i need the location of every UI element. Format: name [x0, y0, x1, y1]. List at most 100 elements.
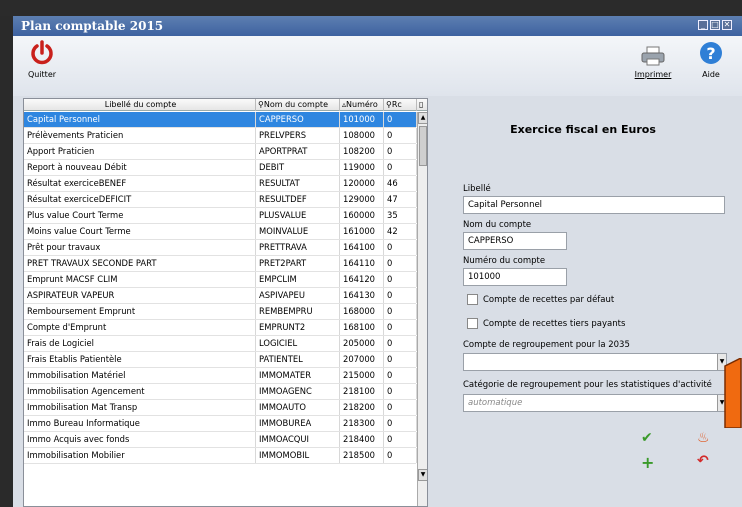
cell-rc[interactable]: 0: [384, 272, 417, 287]
cell-libelle[interactable]: Résultat exerciceDEFICIT: [24, 192, 256, 207]
cell-rc[interactable]: 0: [384, 240, 417, 255]
cell-numero[interactable]: 101000: [340, 112, 384, 127]
table-row[interactable]: Report à nouveau Débit DEBIT 119000 0: [24, 160, 417, 176]
table-row[interactable]: Immo Bureau Informatique IMMOBUREA 218300 0: [24, 416, 417, 432]
cell-numero[interactable]: 164110: [340, 256, 384, 271]
cell-libelle[interactable]: Capital Personnel: [24, 112, 256, 127]
cell-libelle[interactable]: Immobilisation Mobilier: [24, 448, 256, 463]
table-scrollbar[interactable]: ▲ ▼: [417, 112, 427, 506]
third-party-checkbox[interactable]: [467, 318, 478, 329]
cell-libelle[interactable]: PRET TRAVAUX SECONDE PART: [24, 256, 256, 271]
cell-numero[interactable]: 218200: [340, 400, 384, 415]
cell-libelle[interactable]: Immobilisation Agencement: [24, 384, 256, 399]
categorie-select[interactable]: automatique ▼: [463, 394, 727, 412]
cell-nom[interactable]: PLUSVALUE: [256, 208, 340, 223]
default-recipes-checkbox[interactable]: [467, 294, 478, 305]
cell-rc[interactable]: 0: [384, 256, 417, 271]
cell-rc[interactable]: 0: [384, 368, 417, 383]
cell-rc[interactable]: 0: [384, 160, 417, 175]
cell-nom[interactable]: ASPIVAPEU: [256, 288, 340, 303]
cell-numero[interactable]: 218100: [340, 384, 384, 399]
table-row[interactable]: Immobilisation Matériel IMMOMATER 215000 0: [24, 368, 417, 384]
libelle-field[interactable]: Capital Personnel: [463, 196, 725, 214]
quit-button[interactable]: Quitter: [25, 40, 59, 79]
cell-numero[interactable]: 161000: [340, 224, 384, 239]
cell-rc[interactable]: 0: [384, 352, 417, 367]
cell-nom[interactable]: MOINVALUE: [256, 224, 340, 239]
cell-rc[interactable]: 0: [384, 432, 417, 447]
cell-numero[interactable]: 218500: [340, 448, 384, 463]
cell-numero[interactable]: 164130: [340, 288, 384, 303]
cell-nom[interactable]: IMMOAGENC: [256, 384, 340, 399]
numero-field[interactable]: 101000: [463, 268, 567, 286]
cell-numero[interactable]: 168000: [340, 304, 384, 319]
table-row[interactable]: Moins value Court Terme MOINVALUE 161000 42: [24, 224, 417, 240]
cell-libelle[interactable]: Immobilisation Matériel: [24, 368, 256, 383]
cell-numero[interactable]: 160000: [340, 208, 384, 223]
cell-libelle[interactable]: Apport Praticien: [24, 144, 256, 159]
cell-libelle[interactable]: Résultat exerciceBENEF: [24, 176, 256, 191]
undo-icon[interactable]: ↶: [697, 453, 709, 469]
cell-rc[interactable]: 35: [384, 208, 417, 223]
cell-nom[interactable]: EMPRUNT2: [256, 320, 340, 335]
maximize-button[interactable]: □: [710, 20, 720, 30]
cell-nom[interactable]: IMMOAUTO: [256, 400, 340, 415]
scroll-up-icon[interactable]: ▲: [418, 112, 427, 124]
cell-nom[interactable]: RESULTAT: [256, 176, 340, 191]
cell-libelle[interactable]: Frais Etablis Patientèle: [24, 352, 256, 367]
table-row[interactable]: Compte d'Emprunt EMPRUNT2 168100 0: [24, 320, 417, 336]
table-row[interactable]: Immo Acquis avec fonds IMMOACQUI 218400 0: [24, 432, 417, 448]
table-row[interactable]: Résultat exerciceDEFICIT RESULTDEF 129000 4…: [24, 192, 417, 208]
table-row[interactable]: Frais de Logiciel LOGICIEL 205000 0: [24, 336, 417, 352]
cell-numero[interactable]: 129000: [340, 192, 384, 207]
table-row[interactable]: Immobilisation Agencement IMMOAGENC 218100…: [24, 384, 417, 400]
cell-rc[interactable]: 42: [384, 224, 417, 239]
cell-numero[interactable]: 218400: [340, 432, 384, 447]
cell-rc[interactable]: 46: [384, 176, 417, 191]
cell-libelle[interactable]: Report à nouveau Débit: [24, 160, 256, 175]
cell-rc[interactable]: 0: [384, 384, 417, 399]
validate-check-icon[interactable]: ✔: [641, 430, 653, 446]
close-button[interactable]: ✕: [722, 20, 732, 30]
col-numero-header[interactable]: ▵Numéro: [340, 99, 384, 111]
cell-libelle[interactable]: Plus value Court Terme: [24, 208, 256, 223]
cell-nom[interactable]: IMMOACQUI: [256, 432, 340, 447]
table-row[interactable]: Immobilisation Mat Transp IMMOAUTO 218200 0: [24, 400, 417, 416]
col-rc-header[interactable]: ⚲Rc: [384, 99, 417, 111]
cell-rc[interactable]: 47: [384, 192, 417, 207]
cell-numero[interactable]: 108000: [340, 128, 384, 143]
add-plus-icon[interactable]: +: [641, 453, 654, 472]
table-row[interactable]: Résultat exerciceBENEF RESULTAT 120000 46: [24, 176, 417, 192]
cell-nom[interactable]: IMMOMATER: [256, 368, 340, 383]
cell-nom[interactable]: PRELVPERS: [256, 128, 340, 143]
cell-numero[interactable]: 164120: [340, 272, 384, 287]
cell-numero[interactable]: 207000: [340, 352, 384, 367]
cell-libelle[interactable]: Emprunt MACSF CLIM: [24, 272, 256, 287]
cell-nom[interactable]: PRETTRAVA: [256, 240, 340, 255]
scroll-thumb[interactable]: [419, 126, 427, 166]
cell-nom[interactable]: APORTPRAT: [256, 144, 340, 159]
nom-field[interactable]: CAPPERSO: [463, 232, 567, 250]
cell-nom[interactable]: IMMOMOBIL: [256, 448, 340, 463]
cell-libelle[interactable]: Immobilisation Mat Transp: [24, 400, 256, 415]
table-row[interactable]: Prêt pour travaux PRETTRAVA 164100 0: [24, 240, 417, 256]
cell-libelle[interactable]: Remboursement Emprunt: [24, 304, 256, 319]
cell-libelle[interactable]: Immo Acquis avec fonds: [24, 432, 256, 447]
cell-libelle[interactable]: Compte d'Emprunt: [24, 320, 256, 335]
cell-numero[interactable]: 215000: [340, 368, 384, 383]
cell-libelle[interactable]: Prélèvements Praticien: [24, 128, 256, 143]
cell-rc[interactable]: 0: [384, 400, 417, 415]
cell-rc[interactable]: 0: [384, 320, 417, 335]
cell-rc[interactable]: 0: [384, 416, 417, 431]
cell-nom[interactable]: REMBEMPRU: [256, 304, 340, 319]
cell-rc[interactable]: 0: [384, 144, 417, 159]
cell-numero[interactable]: 218300: [340, 416, 384, 431]
cell-nom[interactable]: EMPCLIM: [256, 272, 340, 287]
cell-numero[interactable]: 120000: [340, 176, 384, 191]
table-row[interactable]: Capital Personnel CAPPERSO 101000 0: [24, 112, 417, 128]
cell-numero[interactable]: 205000: [340, 336, 384, 351]
cell-rc[interactable]: 0: [384, 288, 417, 303]
cell-rc[interactable]: 0: [384, 336, 417, 351]
cell-numero[interactable]: 108200: [340, 144, 384, 159]
table-row[interactable]: Emprunt MACSF CLIM EMPCLIM 164120 0: [24, 272, 417, 288]
